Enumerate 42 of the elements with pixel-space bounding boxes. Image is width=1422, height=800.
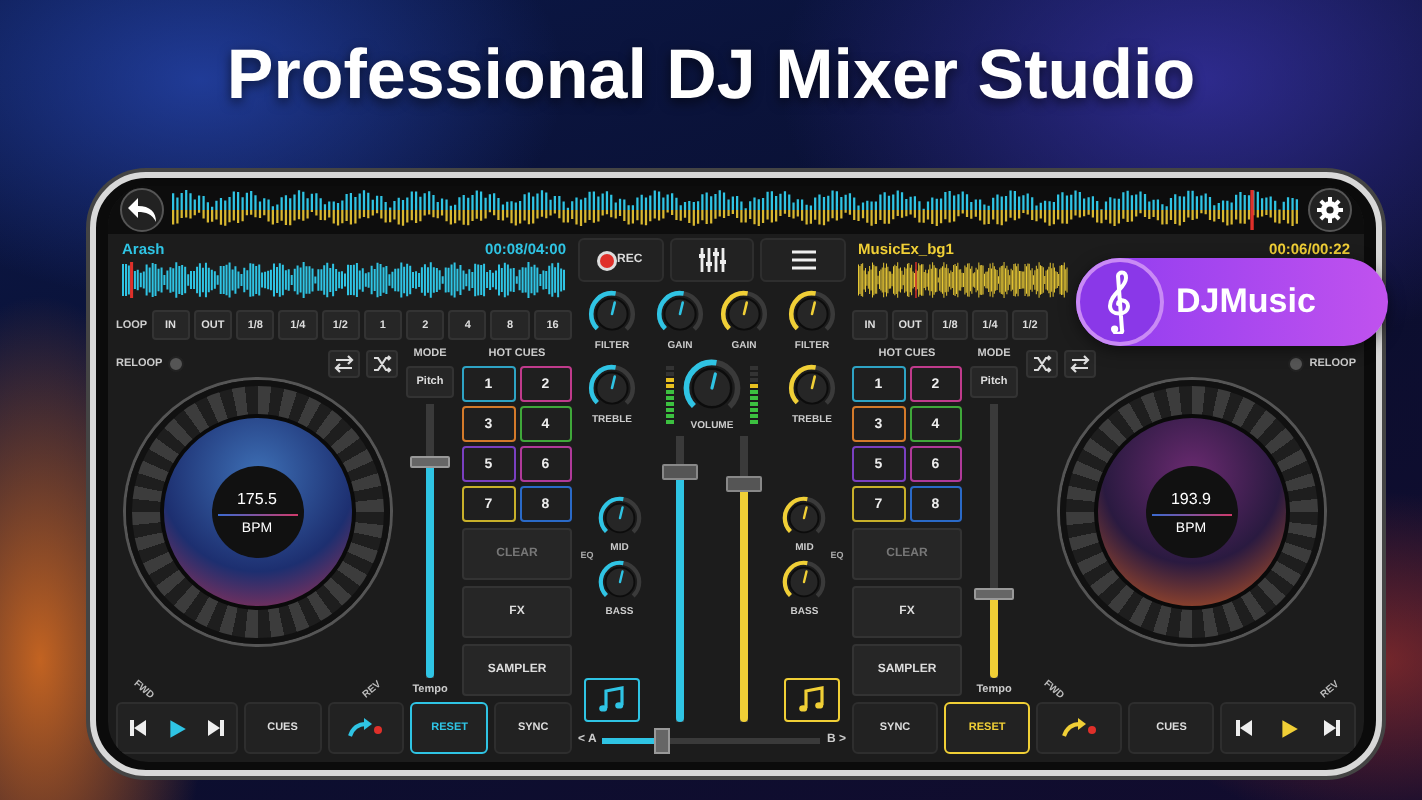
curved-arrow-icon xyxy=(1061,718,1098,738)
sync-arrows-button[interactable] xyxy=(1064,350,1096,378)
settings-icon xyxy=(1316,196,1344,224)
badge-label: DJMusic xyxy=(1176,282,1316,322)
headline: Professional DJ Mixer Studio xyxy=(226,34,1196,118)
pitch-thumb[interactable] xyxy=(410,456,450,469)
shuffle-icon xyxy=(1032,354,1052,374)
music-note-button[interactable] xyxy=(584,678,640,722)
record-loop-button[interactable] xyxy=(327,702,405,754)
music-note-icon xyxy=(596,684,628,716)
menu-icon xyxy=(791,250,816,270)
shuffle-icon xyxy=(372,354,392,374)
crossfader-thumb[interactable] xyxy=(653,727,670,753)
swap-arrows-icon xyxy=(334,354,354,374)
skip-back-icon xyxy=(1234,718,1255,738)
music-note-button[interactable] xyxy=(784,678,840,722)
overview-waveform[interactable] xyxy=(172,190,1300,230)
skip-forward-icon xyxy=(206,718,227,738)
track-waveform[interactable] xyxy=(122,262,566,298)
shuffle-button[interactable] xyxy=(366,350,398,378)
play-icon xyxy=(1277,717,1300,739)
music-note-icon xyxy=(796,684,828,716)
back-arrow-icon xyxy=(128,198,156,222)
equalizer-icon xyxy=(698,248,726,272)
swap-arrows-icon xyxy=(1070,354,1090,374)
fader-thumb[interactable] xyxy=(726,476,762,493)
fader-thumb[interactable] xyxy=(662,463,698,479)
bpm-value: 175.5 xyxy=(236,489,278,507)
sync-arrows-button[interactable] xyxy=(328,350,360,378)
menu-button[interactable] xyxy=(760,238,847,282)
settings-button[interactable] xyxy=(1308,188,1352,232)
play-icon xyxy=(165,717,188,739)
record-dot-icon xyxy=(599,253,613,267)
shuffle-button[interactable] xyxy=(1026,350,1058,378)
record-loop-button[interactable] xyxy=(1036,702,1123,754)
pitch-thumb[interactable] xyxy=(974,587,1014,600)
mixer-button[interactable] xyxy=(669,238,755,282)
bpm-value: 193.9 xyxy=(1170,489,1212,507)
skip-back-icon xyxy=(127,718,148,738)
curved-arrow-icon xyxy=(348,718,385,738)
skip-forward-icon xyxy=(1322,718,1343,738)
back-button[interactable] xyxy=(120,188,164,232)
